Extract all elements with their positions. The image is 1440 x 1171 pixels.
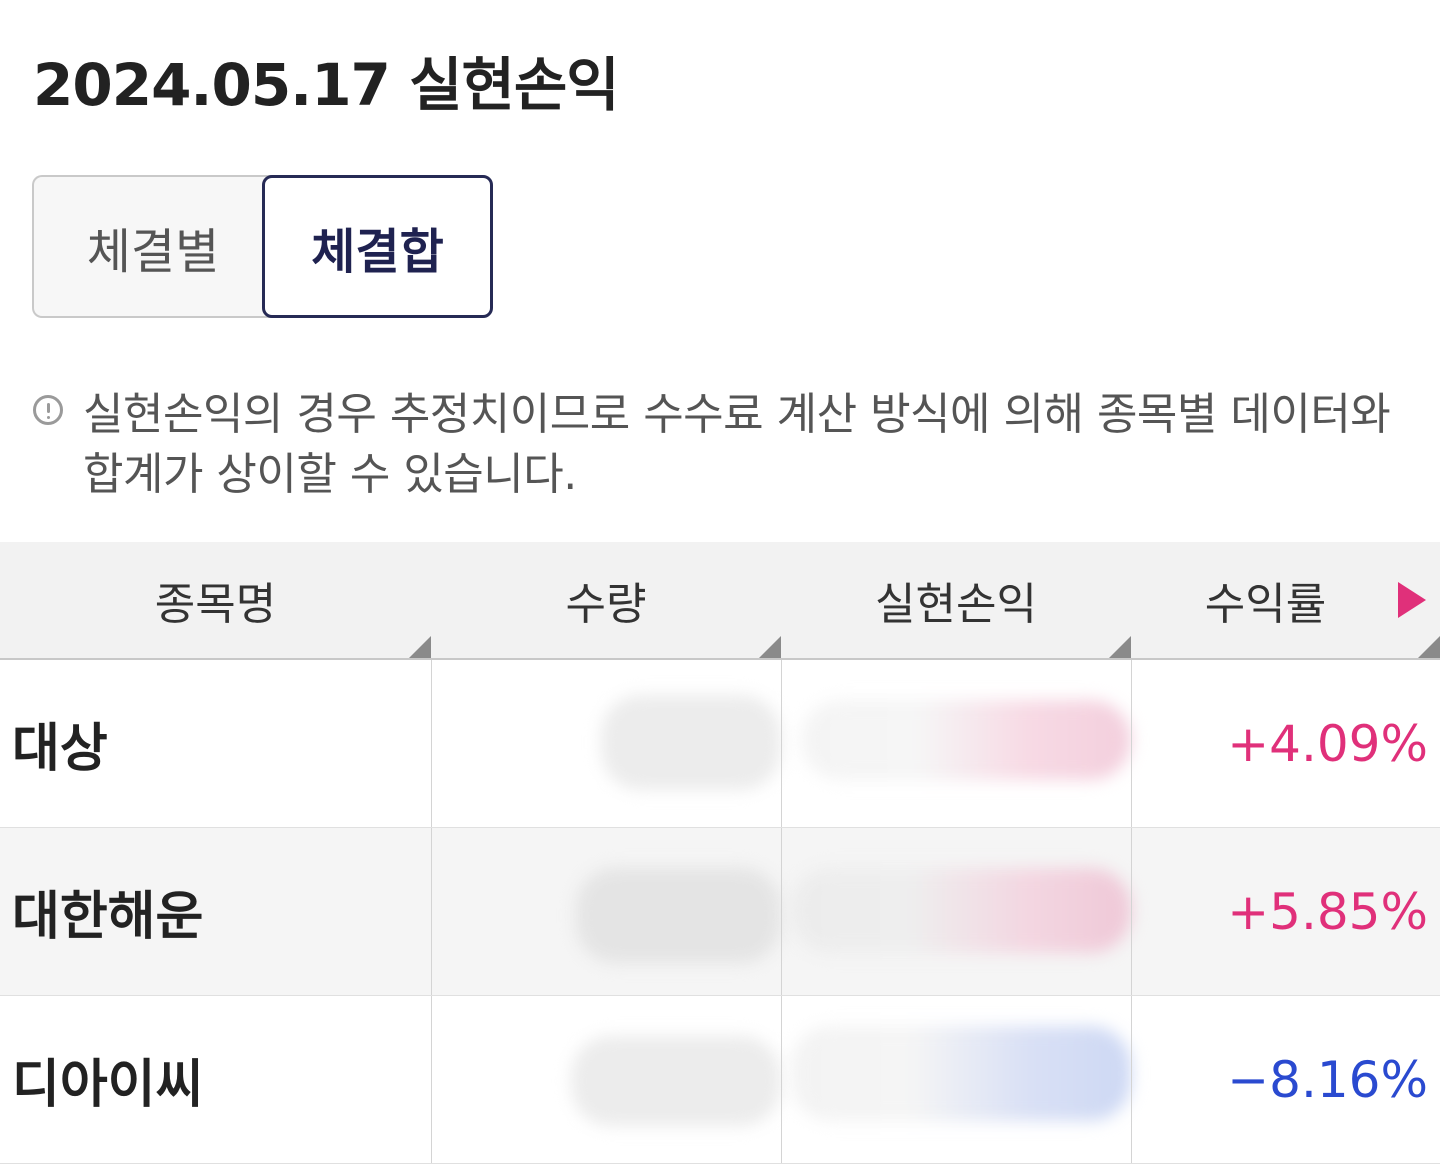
column-header-return-rate[interactable]: 수익률	[1131, 542, 1440, 658]
column-header-realized-pnl[interactable]: 실현손익	[781, 542, 1131, 658]
table-header: 종목명 수량 실현손익 수익률	[0, 542, 1440, 660]
info-icon	[33, 395, 63, 425]
column-label: 수량	[565, 579, 647, 630]
stock-name: 대한해운	[12, 887, 204, 947]
tab-by-execution[interactable]: 체결별	[32, 175, 272, 318]
column-divider	[1131, 828, 1132, 995]
column-header-name[interactable]: 종목명	[0, 542, 431, 658]
return-rate-cell: −8.16%	[1227, 1050, 1428, 1109]
column-divider	[1131, 660, 1132, 827]
quantity-cell	[431, 996, 781, 1163]
tab-execution-sum[interactable]: 체결합	[262, 175, 493, 318]
realized-pnl-page: 2024.05.17 실현손익 체결별 체결합 실현손익의 경우 추정치이므로 …	[0, 0, 1440, 1171]
redacted-blur	[571, 1036, 781, 1126]
quantity-cell	[431, 828, 781, 995]
column-label: 실현손익	[875, 579, 1037, 630]
column-divider	[781, 828, 782, 995]
table-row[interactable]: 대상 +4.09%	[0, 660, 1440, 828]
redacted-blur	[791, 1026, 1131, 1121]
sort-corner-icon	[1109, 636, 1131, 658]
sort-corner-icon	[1418, 636, 1440, 658]
sort-corner-icon	[409, 636, 431, 658]
redacted-blur	[801, 700, 1131, 780]
column-label: 수익률	[1204, 579, 1327, 630]
column-divider	[781, 660, 782, 827]
column-divider	[781, 996, 782, 1163]
column-divider	[431, 828, 432, 995]
column-divider	[1131, 996, 1132, 1163]
stock-name: 대상	[12, 719, 108, 779]
sort-corner-icon	[759, 636, 781, 658]
pnl-table: 종목명 수량 실현손익 수익률 대상 +4.09% 대한해운 +5.85% 디아…	[0, 542, 1440, 1164]
redacted-blur	[791, 868, 1131, 953]
page-title: 2024.05.17 실현손익	[33, 51, 620, 119]
scroll-right-icon[interactable]	[1398, 582, 1426, 618]
return-rate-cell: +5.85%	[1227, 882, 1428, 941]
redacted-blur	[601, 695, 781, 790]
return-rate-cell: +4.09%	[1227, 714, 1428, 773]
column-header-quantity[interactable]: 수량	[431, 542, 781, 658]
realized-pnl-cell	[781, 996, 1131, 1163]
stock-name: 디아이씨	[12, 1055, 204, 1115]
table-row[interactable]: 대한해운 +5.85%	[0, 828, 1440, 996]
column-divider	[431, 660, 432, 827]
column-divider	[431, 996, 432, 1163]
table-row[interactable]: 디아이씨 −8.16%	[0, 996, 1440, 1164]
realized-pnl-cell	[781, 660, 1131, 827]
column-label: 종목명	[154, 579, 277, 630]
redacted-blur	[576, 868, 781, 963]
quantity-cell	[431, 660, 781, 827]
notice-text: 실현손익의 경우 추정치이므로 수수료 계산 방식에 의해 종목별 데이터와 합…	[83, 389, 1391, 500]
realized-pnl-cell	[781, 828, 1131, 995]
view-toggle: 체결별 체결합	[32, 175, 493, 318]
